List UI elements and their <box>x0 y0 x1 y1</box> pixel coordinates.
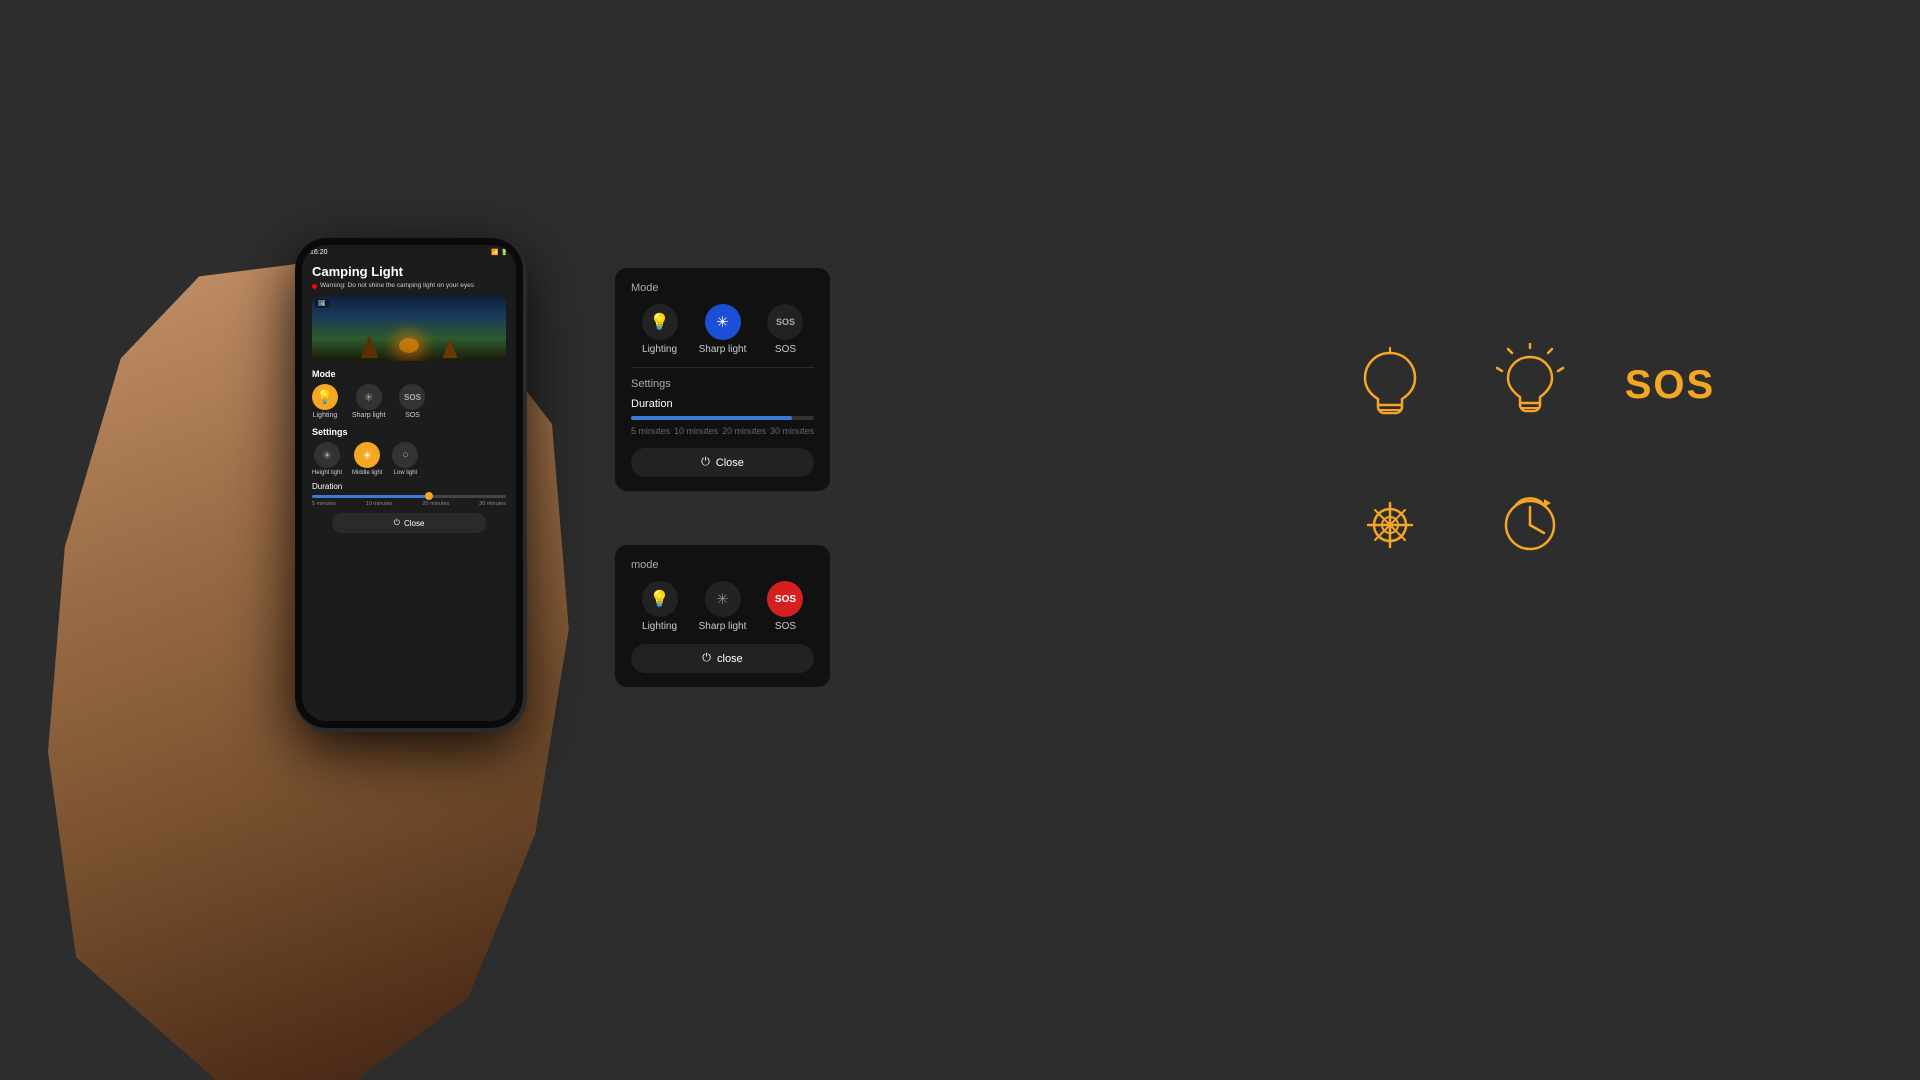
icons-area: SOS <box>1330 320 1730 590</box>
sun-gear-icon <box>1354 489 1426 561</box>
card-bottom-close-button[interactable]: ⏻ close <box>631 644 814 673</box>
card-bottom-mode-sharplight[interactable]: ✳ Sharp light <box>699 581 747 632</box>
card-bottom-mode-row: 💡 Lighting ✳ Sharp light SOS SOS <box>631 581 814 632</box>
card-top-lighting-label: Lighting <box>642 344 677 355</box>
phone-duration-label: Duration <box>312 482 506 491</box>
bulb-plain-icon <box>1355 345 1425 425</box>
phone-settings-section: Settings ☀ Height light ☀ Middle light ○… <box>312 427 506 476</box>
phone-low-light[interactable]: ○ Low light <box>392 442 418 476</box>
clock-icon <box>1494 489 1566 561</box>
phone-light-levels: ☀ Height light ☀ Middle light ○ Low ligh… <box>312 442 506 476</box>
phone-mode-label: Mode <box>312 369 506 379</box>
card-top-close-icon: ⏻ <box>701 456 710 469</box>
phone-title: Camping Light <box>312 264 506 279</box>
icon-sos: SOS <box>1610 320 1730 450</box>
phone-mode-section: Mode 💡 Lighting ✳ Sharp light SOS SOS <box>312 369 506 419</box>
card-top-mode-sharplight[interactable]: ✳ Sharp light <box>699 304 747 355</box>
phone-mode-lighting-label: Lighting <box>313 412 338 419</box>
bulb-rays-icon <box>1493 343 1568 428</box>
phone-duration-section: Duration 5 minutes 10 minutes 20 minutes… <box>312 482 506 507</box>
phone-mode-sharplight-label: Sharp light <box>352 412 385 419</box>
phone-status-bar: 16:20 📶 🔋 <box>302 245 516 260</box>
phone-low-label: Low light <box>394 470 418 476</box>
phone-time: 16:20 <box>310 249 328 256</box>
phone-content-area: Camping Light Warning: Do not shine the … <box>302 260 516 537</box>
icon-bulb-rays <box>1470 320 1590 450</box>
icon-clock <box>1470 460 1590 590</box>
phone-close-button[interactable]: ⏻ Close <box>332 513 486 533</box>
card-top-sharplight-label: Sharp light <box>699 344 747 355</box>
card-top-duration-label: Duration <box>631 398 814 410</box>
card-bottom-mode-label: mode <box>631 559 814 571</box>
card-bottom-close-label: close <box>717 653 743 665</box>
card-top-sos-label: SOS <box>775 344 796 355</box>
phone-mode-sos[interactable]: SOS SOS <box>399 384 425 419</box>
card-bottom-mode-lighting[interactable]: 💡 Lighting <box>642 581 678 632</box>
phone-icons: 📶 🔋 <box>491 249 508 256</box>
card-bottom: mode 💡 Lighting ✳ Sharp light SOS SOS ⏻ … <box>615 545 830 687</box>
phone-middle-label: Middle light <box>352 470 382 476</box>
phone-mode-sharplight[interactable]: ✳ Sharp light <box>352 384 385 419</box>
card-bottom-close-icon: ⏻ <box>702 652 711 665</box>
phone-middle-light[interactable]: ☀ Middle light <box>352 442 382 476</box>
phone-mode-sos-label: SOS <box>405 412 420 419</box>
phone-camping-image: 🖼 <box>312 296 506 361</box>
phone-mode-lighting[interactable]: 💡 Lighting <box>312 384 338 419</box>
card-top-close-button[interactable]: ⏻ Close <box>631 448 814 477</box>
phone-settings-label: Settings <box>312 427 506 437</box>
phone-screen: 16:20 📶 🔋 Camping Light Warning: Do not … <box>302 245 516 721</box>
card-bottom-sos-label: SOS <box>775 621 796 632</box>
phone-height-light[interactable]: ☀ Height light <box>312 442 342 476</box>
phone-slider[interactable] <box>312 495 506 498</box>
card-top-mode-row: 💡 Lighting ✳ Sharp light SOS SOS <box>631 304 814 355</box>
sos-icon-text: SOS <box>1625 363 1715 408</box>
phone-height-label: Height light <box>312 470 342 476</box>
phone-frame: 16:20 📶 🔋 Camping Light Warning: Do not … <box>295 238 523 728</box>
card-top-mode-label: Mode <box>631 282 814 294</box>
phone-image-icon: 🖼 <box>315 299 329 308</box>
card-top-ticks: 5 minutes 10 minutes 20 minutes 30 minut… <box>631 426 814 436</box>
phone-mode-row: 💡 Lighting ✳ Sharp light SOS SOS <box>312 384 506 419</box>
phone-warning: Warning: Do not shine the camping light … <box>312 282 506 290</box>
phone-close-label: Close <box>404 519 424 528</box>
warning-text: Warning: Do not shine the camping light … <box>320 282 474 290</box>
card-bottom-lighting-label: Lighting <box>642 621 677 632</box>
icon-sun-gear <box>1330 460 1450 590</box>
card-top-close-label: Close <box>716 457 744 469</box>
phone-slider-ticks: 5 minutes 10 minutes 20 minutes 30 minut… <box>312 501 506 507</box>
card-top-slider[interactable] <box>631 416 814 420</box>
card-top-settings-label: Settings <box>631 378 814 390</box>
card-top: Mode 💡 Lighting ✳ Sharp light SOS SOS Se… <box>615 268 830 491</box>
warning-dot <box>312 284 317 289</box>
icon-bulb-plain <box>1330 320 1450 450</box>
close-power-icon: ⏻ <box>394 518 400 528</box>
card-top-mode-lighting[interactable]: 💡 Lighting <box>642 304 678 355</box>
card-bottom-sharplight-label: Sharp light <box>699 621 747 632</box>
card-top-mode-sos[interactable]: SOS SOS <box>767 304 803 355</box>
card-bottom-mode-sos[interactable]: SOS SOS <box>767 581 803 632</box>
